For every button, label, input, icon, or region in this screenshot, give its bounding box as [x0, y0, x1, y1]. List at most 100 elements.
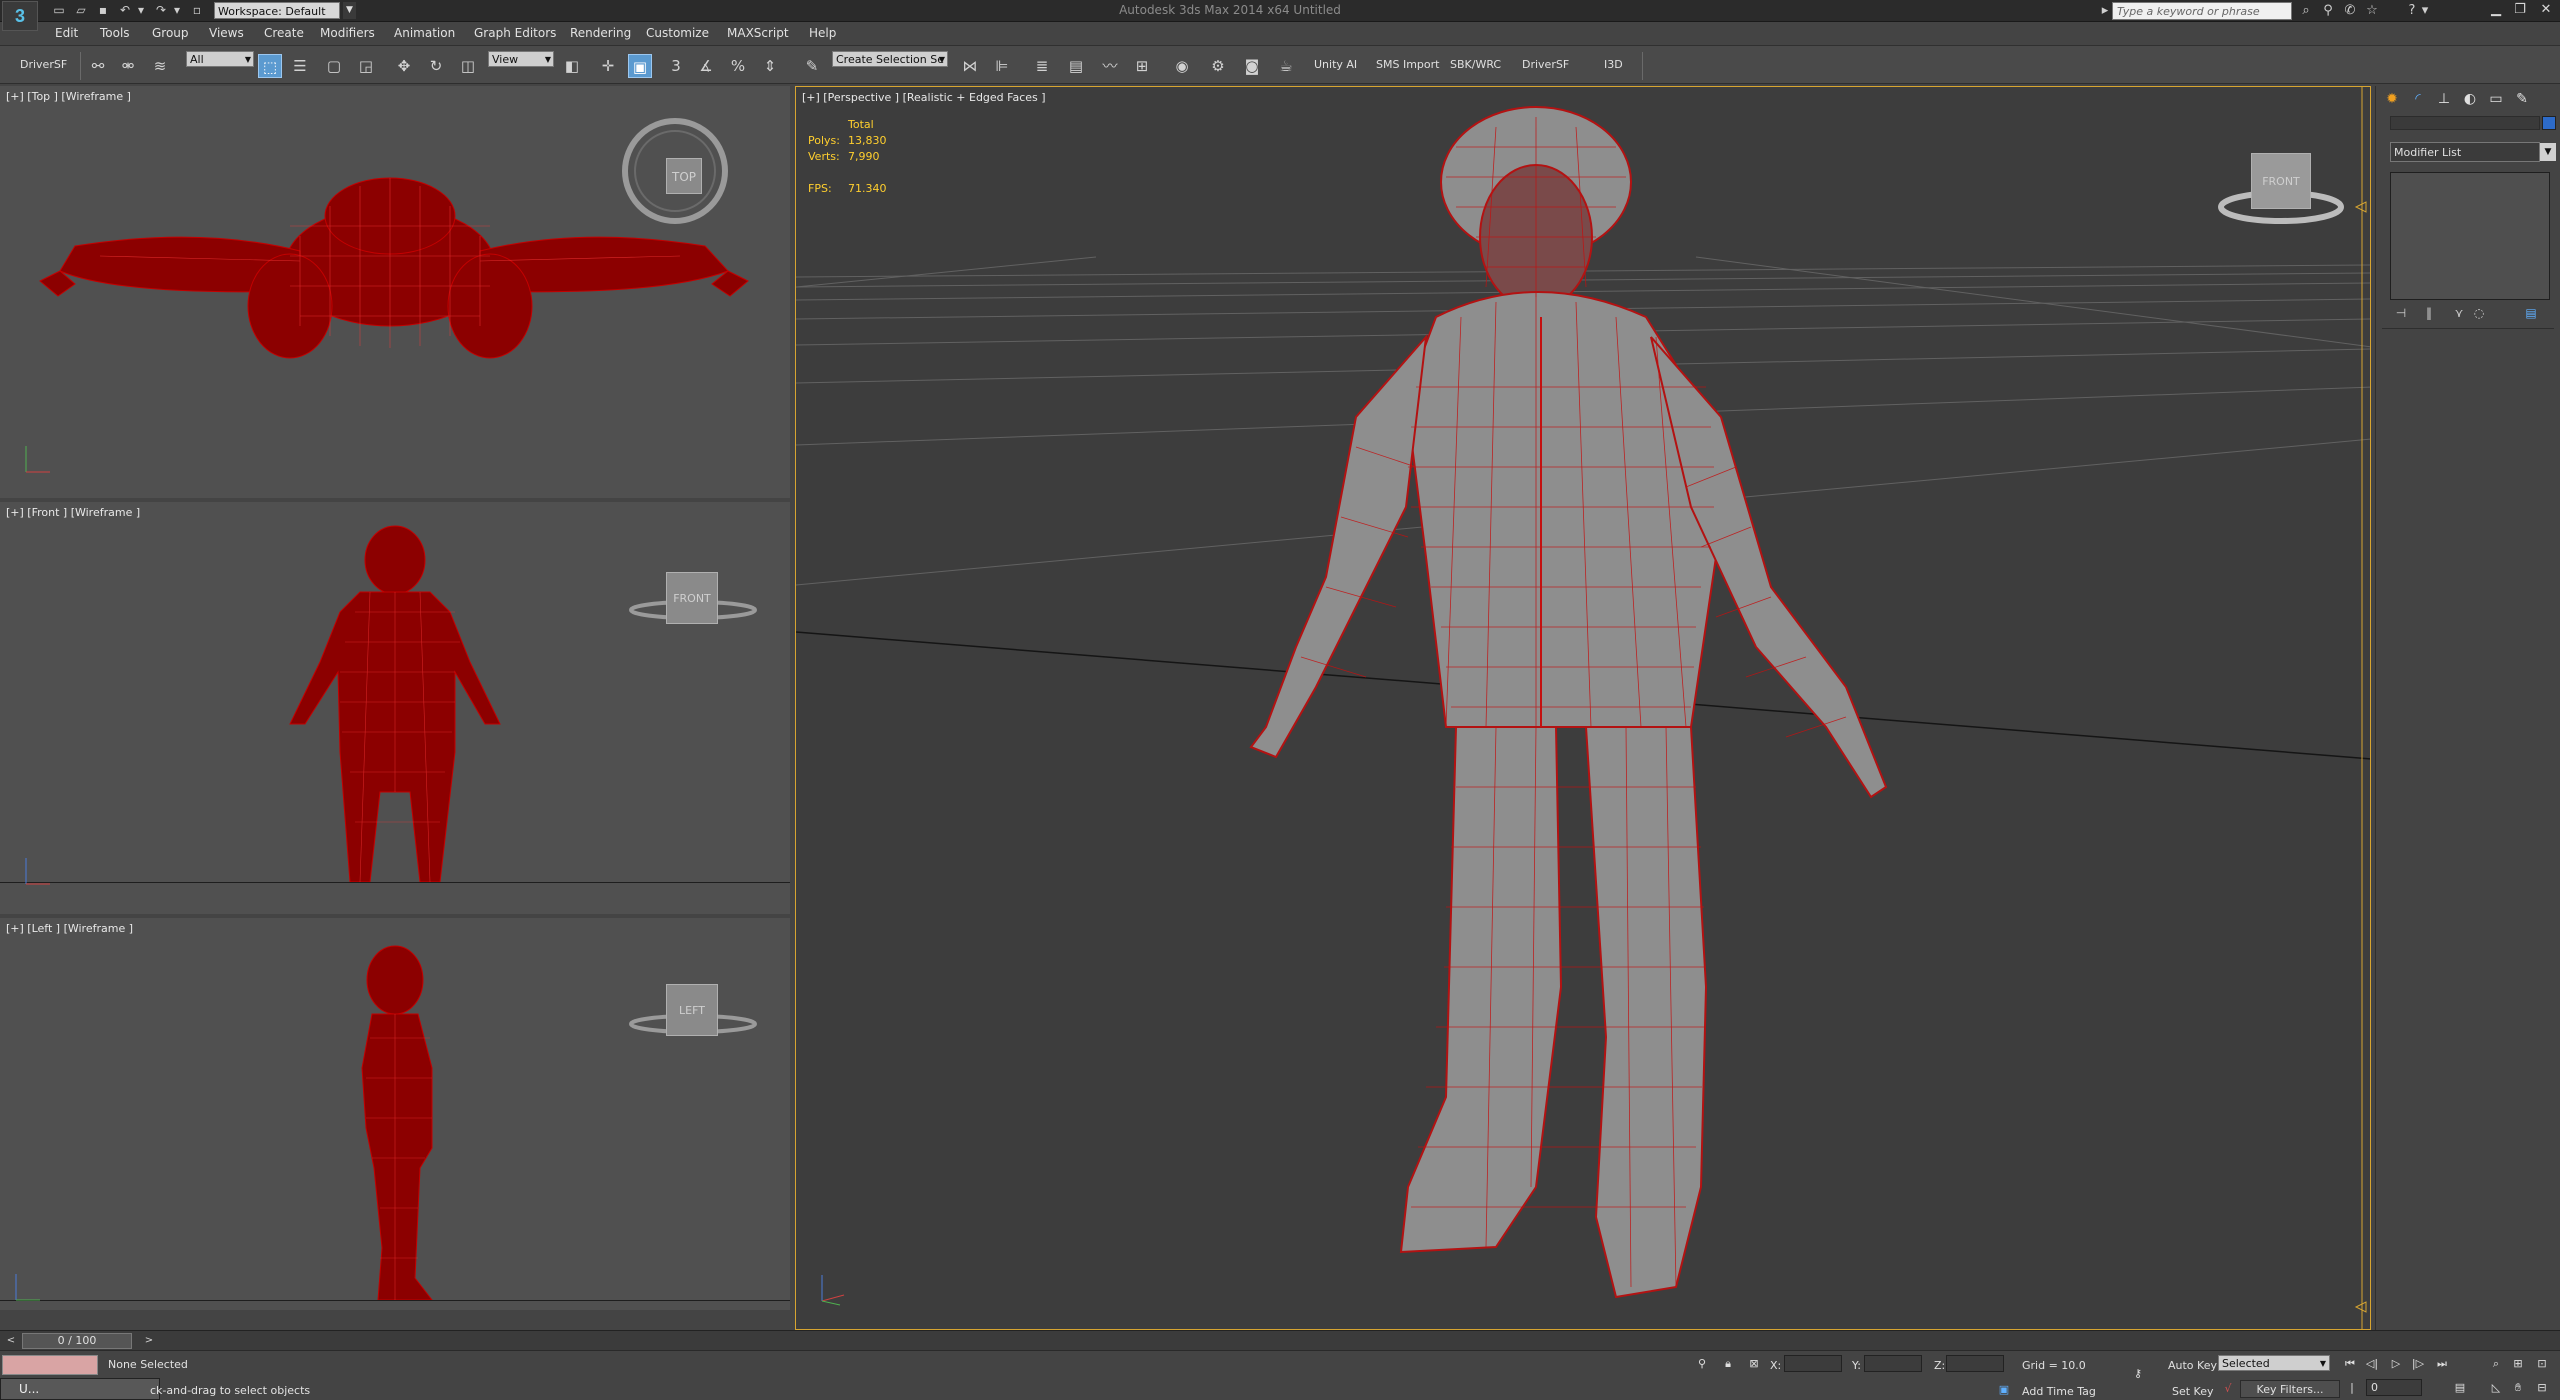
spinner-snap-icon[interactable]: ⇕: [758, 54, 782, 78]
driver-sf-button[interactable]: DriverSF: [20, 58, 67, 71]
help-icon[interactable]: ?: [2402, 2, 2422, 20]
binoculars-icon[interactable]: ⌕: [2296, 2, 2316, 20]
set-key-button[interactable]: Set Key: [2172, 1385, 2214, 1398]
menu-customize[interactable]: Customize: [646, 26, 709, 40]
next-key-icon[interactable]: |▷: [2408, 1355, 2428, 1373]
field-of-view-icon[interactable]: ◺: [2486, 1379, 2506, 1397]
edit-named-selection-icon[interactable]: ✎: [800, 54, 824, 78]
reference-coordinate-dropdown[interactable]: View ▼: [488, 51, 554, 67]
menu-group[interactable]: Group: [152, 26, 189, 40]
select-object-icon[interactable]: ⬚: [258, 54, 282, 78]
menu-modifiers[interactable]: Modifiers: [320, 26, 375, 40]
help-search-input[interactable]: Type a keyword or phrase: [2112, 2, 2292, 20]
modifier-list-dropdown[interactable]: Modifier List: [2390, 142, 2540, 162]
maximize-viewport-icon[interactable]: ⊟: [2532, 1379, 2552, 1397]
create-tab-icon[interactable]: ✹: [2380, 88, 2404, 110]
save-file-icon[interactable]: ▪: [94, 3, 112, 18]
select-by-name-icon[interactable]: ☰: [288, 54, 312, 78]
material-editor-icon[interactable]: ◉: [1170, 54, 1194, 78]
object-color-swatch[interactable]: [2542, 116, 2556, 130]
help-dropdown-icon[interactable]: ▾: [2420, 2, 2430, 20]
align-icon[interactable]: ⊫: [990, 54, 1014, 78]
viewcube-left[interactable]: LEFT: [666, 984, 718, 1036]
key-mode-dropdown[interactable]: Selected ▼: [2218, 1355, 2330, 1371]
add-time-tag-button[interactable]: Add Time Tag: [2022, 1385, 2096, 1398]
curve-editor-icon[interactable]: 〰: [1098, 54, 1122, 78]
chevron-down-icon[interactable]: ▼: [2540, 143, 2556, 161]
current-frame-field[interactable]: 0: [2366, 1379, 2422, 1396]
menu-tools[interactable]: Tools: [100, 26, 130, 40]
layer-manager-icon[interactable]: ≣: [1030, 54, 1054, 78]
sbk-wrc-button[interactable]: SBK/WRC: [1450, 58, 1501, 71]
graphite-ribbon-icon[interactable]: ▤: [1064, 54, 1088, 78]
menu-edit[interactable]: Edit: [55, 26, 78, 40]
key-filters-button[interactable]: Key Filters...: [2240, 1380, 2340, 1398]
unlink-selection-icon[interactable]: ⚮: [116, 54, 140, 78]
taskbar-button[interactable]: U...: [0, 1378, 160, 1400]
application-button[interactable]: 3: [2, 1, 38, 31]
previous-key-icon[interactable]: ◁|: [2362, 1355, 2382, 1373]
viewcube-front[interactable]: FRONT: [666, 572, 718, 624]
sms-import-button[interactable]: SMS Import: [1376, 58, 1439, 71]
z-coordinate-field[interactable]: [1946, 1355, 2004, 1372]
zoom-all-icon[interactable]: ⊞: [2508, 1355, 2528, 1373]
search-expand-icon[interactable]: ▸: [2100, 2, 2110, 20]
open-file-icon[interactable]: ▱: [72, 3, 90, 18]
i3d-button[interactable]: I3D: [1604, 58, 1623, 71]
utilities-tab-icon[interactable]: ✎: [2510, 88, 2534, 110]
undo-dropdown-icon[interactable]: ▾: [132, 3, 150, 18]
modify-tab-icon[interactable]: ◜: [2406, 88, 2430, 110]
select-and-move-icon[interactable]: ✥: [392, 54, 416, 78]
selection-lock-icon[interactable]: 🔒︎: [1718, 1355, 1738, 1373]
zoom-icon[interactable]: ⌕: [2486, 1355, 2506, 1373]
isolate-selection-icon[interactable]: ⚲: [1692, 1355, 1712, 1373]
key-mode-toggle-icon[interactable]: |◁▷|: [2342, 1379, 2363, 1400]
percent-snap-icon[interactable]: %: [726, 54, 750, 78]
select-manipulate-icon[interactable]: ✛: [596, 54, 620, 78]
render-production-icon[interactable]: ☕: [1274, 54, 1298, 78]
menu-create[interactable]: Create: [264, 26, 304, 40]
named-selection-dropdown[interactable]: Create Selection Se ▼: [832, 51, 948, 67]
redo-dropdown-icon[interactable]: ▾: [168, 3, 186, 18]
window-crossing-icon[interactable]: ◲: [354, 54, 378, 78]
mirror-icon[interactable]: ⋈: [958, 54, 982, 78]
snaps-toggle-icon[interactable]: 3: [664, 54, 688, 78]
pivot-center-icon[interactable]: ◧: [560, 54, 584, 78]
viewport-front[interactable]: [+] [Front ] [Wireframe ] FRONT: [0, 502, 790, 914]
go-to-end-icon[interactable]: ⏭: [2432, 1355, 2452, 1373]
display-tab-icon[interactable]: ▭: [2484, 88, 2508, 110]
next-frame-icon[interactable]: >: [142, 1333, 156, 1349]
pin-stack-icon[interactable]: ⊣: [2390, 304, 2412, 322]
chevron-down-icon[interactable]: ▼: [343, 2, 356, 19]
absolute-mode-icon[interactable]: ⊠: [1744, 1355, 1764, 1373]
configure-modifier-sets-icon[interactable]: ▤: [2520, 304, 2542, 322]
select-and-rotate-icon[interactable]: ↻: [424, 54, 448, 78]
keyboard-shortcut-override-icon[interactable]: ▣: [628, 54, 652, 78]
unity-ai-button[interactable]: Unity AI: [1314, 58, 1357, 71]
pan-view-icon[interactable]: ✋︎: [2508, 1379, 2528, 1397]
previous-frame-icon[interactable]: <: [4, 1333, 18, 1349]
project-folder-icon[interactable]: ▫: [188, 3, 206, 18]
default-tangent-icon[interactable]: √: [2218, 1380, 2238, 1398]
rectangular-selection-icon[interactable]: ▢: [322, 54, 346, 78]
workspace-dropdown[interactable]: Workspace: Default: [214, 2, 340, 19]
menu-rendering[interactable]: Rendering: [570, 26, 631, 40]
selection-filter-dropdown[interactable]: All ▼: [186, 51, 254, 67]
time-tag-icon[interactable]: ▣: [1994, 1381, 2014, 1399]
subscription-icon[interactable]: ⚲: [2318, 2, 2338, 20]
menu-views[interactable]: Views: [209, 26, 244, 40]
angle-snap-icon[interactable]: ∡: [694, 54, 718, 78]
driver-sf-right-button[interactable]: DriverSF: [1522, 58, 1569, 71]
minimize-icon[interactable]: ▁: [2484, 0, 2508, 20]
viewport-top[interactable]: [+] [Top ] [Wireframe ] TOP: [0, 86, 790, 498]
rendered-frame-window-icon[interactable]: ◙: [1240, 54, 1264, 78]
set-key-icon[interactable]: ⚷: [2128, 1365, 2148, 1383]
play-icon[interactable]: ▷: [2386, 1355, 2406, 1373]
menu-help[interactable]: Help: [809, 26, 836, 40]
motion-tab-icon[interactable]: ◐: [2458, 88, 2482, 110]
time-slider[interactable]: < 0 / 100 >: [0, 1330, 2560, 1350]
x-coordinate-field[interactable]: [1784, 1355, 1842, 1372]
menu-maxscript[interactable]: MAXScript: [727, 26, 789, 40]
time-configuration-icon[interactable]: ▤: [2450, 1379, 2470, 1397]
go-to-start-icon[interactable]: ⏮: [2340, 1355, 2360, 1373]
